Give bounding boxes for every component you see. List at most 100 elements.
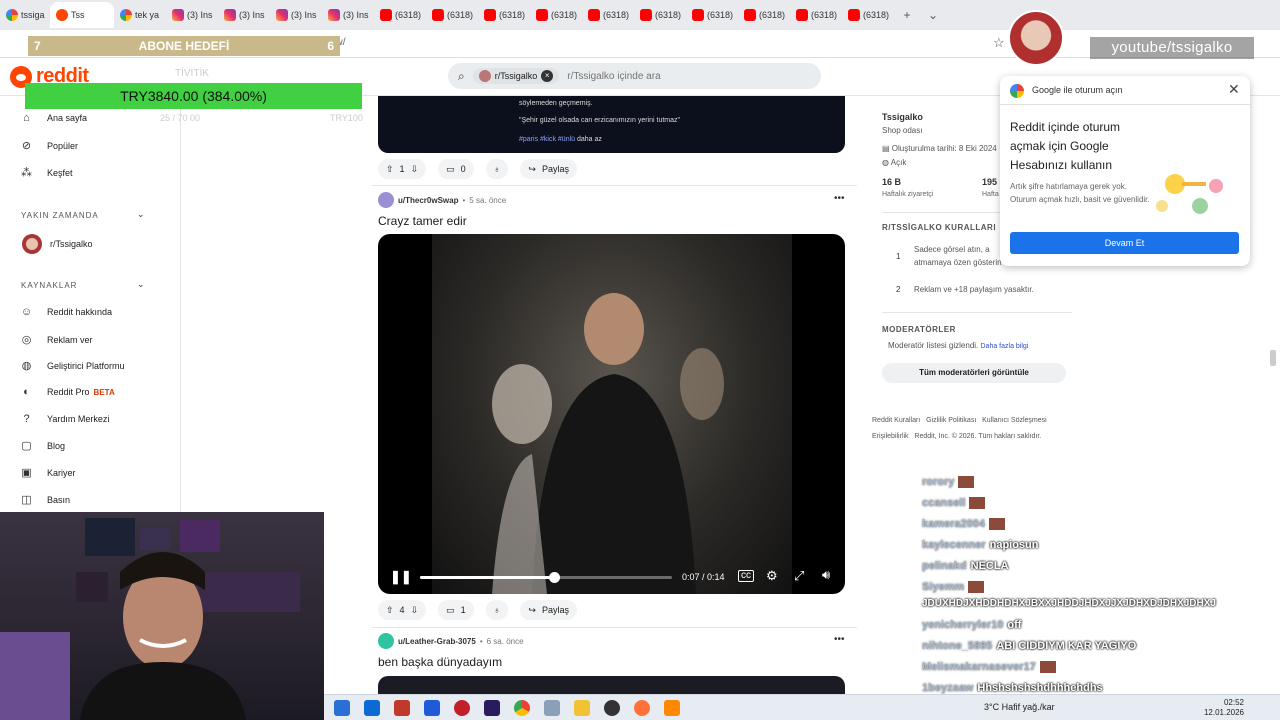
- sidebar-item-about[interactable]: ☺ Reddit hakkında: [20, 306, 112, 318]
- firefox-icon[interactable]: [634, 699, 650, 716]
- browser-tab[interactable]: tssiga: [0, 2, 50, 28]
- new-tab-icon[interactable]: +: [894, 8, 920, 22]
- media-hashtags[interactable]: #paris #kick #ünlü: [519, 136, 575, 143]
- award-button[interactable]: ♁: [485, 600, 509, 620]
- app-icon[interactable]: [544, 699, 560, 716]
- volume-icon[interactable]: 🔊︎: [822, 567, 830, 583]
- browser-tab[interactable]: tek ya: [114, 2, 166, 28]
- browser-tab[interactable]: (3) Ins: [270, 2, 322, 28]
- premiere-icon[interactable]: [484, 699, 500, 716]
- browser-tab[interactable]: (3) Ins: [218, 2, 270, 28]
- pause-icon[interactable]: ❚❚: [390, 569, 412, 585]
- file-explorer-icon[interactable]: [574, 699, 590, 716]
- continue-button[interactable]: Devam Et: [1010, 232, 1239, 254]
- page-scrollbar[interactable]: [1268, 96, 1278, 696]
- browser-tab[interactable]: (6318): [426, 2, 478, 28]
- footer-link[interactable]: Gizlilik Politikası: [926, 417, 976, 424]
- chat-message: 1beyzaaw Hhshshshshdhhhehdhs: [922, 682, 1103, 694]
- webcam-scene: [0, 518, 300, 720]
- clear-scope-icon[interactable]: ×: [541, 70, 554, 82]
- author-avatar[interactable]: [378, 633, 394, 649]
- comment-button[interactable]: ▭ 0: [438, 159, 474, 179]
- browser-tab[interactable]: (6318): [374, 2, 426, 28]
- browser-tab[interactable]: (6318): [634, 2, 686, 28]
- rule-text[interactable]: Reklam ve +18 paylaşım yasaktır.: [914, 285, 1034, 294]
- upvote-icon[interactable]: ⇧: [386, 164, 394, 175]
- browser-tab[interactable]: Tss: [50, 2, 114, 28]
- sidebar-item-career[interactable]: ▣ Kariyer: [20, 466, 75, 479]
- upvote-icon[interactable]: ⇧: [386, 605, 394, 616]
- bookmark-star-icon[interactable]: ☆: [993, 35, 1005, 51]
- sidebar-item-help[interactable]: ? Yardım Merkezi: [20, 413, 109, 425]
- vlc-icon[interactable]: [664, 699, 680, 716]
- captions-icon[interactable]: cc: [738, 570, 754, 582]
- search-scope-chip[interactable]: r/Tssigalko ×: [472, 68, 560, 84]
- author-avatar[interactable]: [378, 192, 394, 208]
- sidebar-item-home[interactable]: ⌂ Ana sayfa: [20, 112, 87, 124]
- sidebar-item-advertise[interactable]: ◎ Reklam ver: [20, 333, 93, 346]
- sidebar-item-press[interactable]: ◫ Basın: [20, 493, 70, 506]
- taskbar-clock[interactable]: 02:52 12.01.2026: [1204, 698, 1244, 718]
- footer-links: Reddit Kuralları Gizlilik Politikası Kul…: [872, 417, 1047, 424]
- browser-tab[interactable]: (6318): [738, 2, 790, 28]
- video-seek-handle[interactable]: [548, 572, 560, 583]
- downvote-icon[interactable]: ⇩: [411, 164, 419, 175]
- search-input[interactable]: [567, 70, 788, 82]
- opera-icon[interactable]: [454, 699, 470, 716]
- view-all-moderators-button[interactable]: Tüm moderatörleri görüntüle: [882, 363, 1066, 383]
- browser-tab[interactable]: (3) Ins: [166, 2, 218, 28]
- browser-tab[interactable]: (6318): [842, 2, 894, 28]
- post-title[interactable]: Crayz tamer edir: [378, 214, 467, 228]
- chevron-down-icon[interactable]: ⌄: [137, 279, 145, 290]
- sidebar-item-explore[interactable]: ⁂ Keşfet: [20, 166, 73, 179]
- post-title[interactable]: ben başka dünyadayım: [378, 655, 502, 669]
- chrome-icon[interactable]: [514, 699, 530, 716]
- more-options-icon[interactable]: •••: [834, 193, 845, 204]
- browser-tab[interactable]: (6318): [478, 2, 530, 28]
- rule-text[interactable]: Sadece görsel atın, a: [914, 245, 990, 254]
- more-info-link[interactable]: Daha fazla bilgi: [981, 343, 1029, 350]
- sidebar-item-popular[interactable]: ⊘ Popüler: [20, 139, 78, 152]
- tab-list-icon[interactable]: ⌄: [920, 8, 946, 22]
- footer-link[interactable]: Kullanıcı Sözleşmesi: [982, 417, 1047, 424]
- app-icon[interactable]: [394, 699, 410, 716]
- dropbox-icon[interactable]: [424, 699, 440, 716]
- comment-button[interactable]: ▭ 1: [438, 600, 474, 620]
- share-button[interactable]: ↪ Paylaş: [520, 159, 577, 179]
- browser-tab[interactable]: (6318): [530, 2, 582, 28]
- outlook-icon[interactable]: [364, 699, 380, 716]
- browser-tab[interactable]: (3) Ins: [322, 2, 374, 28]
- settings-gear-icon[interactable]: ⚙: [766, 568, 778, 584]
- obs-icon[interactable]: [604, 699, 620, 716]
- award-button[interactable]: ♁: [485, 159, 509, 179]
- footer-link[interactable]: Erişilebilirlik: [872, 433, 909, 440]
- sidebar-item-blog[interactable]: ▢ Blog: [20, 439, 65, 452]
- sidebar-item-developer[interactable]: ◍ Geliştirici Platformu: [20, 359, 125, 372]
- show-less-link[interactable]: daha az: [577, 136, 602, 143]
- browser-tab-bar: tssiga Tss tek ya (3) Ins (3) Ins (3) Ins (3) …: [0, 0, 1280, 30]
- author-name[interactable]: u/Leather-Grab-3075: [398, 637, 476, 646]
- sidebar-item-pro[interactable]: ◐ Reddit Pro BETA: [20, 386, 115, 398]
- browser-tab[interactable]: (6318): [790, 2, 842, 28]
- scrollbar-thumb[interactable]: [1270, 350, 1276, 366]
- next-post-media[interactable]: [378, 676, 845, 696]
- video-seek-bar[interactable]: [420, 572, 672, 583]
- browser-tab[interactable]: (6318): [582, 2, 634, 28]
- start-menu-icon[interactable]: [334, 699, 350, 716]
- close-icon[interactable]: ✕: [1228, 81, 1240, 98]
- fullscreen-icon[interactable]: ⤢: [794, 568, 804, 584]
- browser-tab-label: (3) Ins: [291, 10, 317, 20]
- search-bar[interactable]: ⌕ r/Tssigalko ×: [448, 63, 821, 89]
- video-player[interactable]: ❚❚ 0:07 / 0:14 cc ⚙ ⤢ 🔊︎: [378, 234, 845, 594]
- browser-tab[interactable]: (6318): [686, 2, 738, 28]
- share-button[interactable]: ↪ Paylaş: [520, 600, 577, 620]
- footer-link[interactable]: Reddit Kuralları: [872, 417, 920, 424]
- author-name[interactable]: u/Thecr0wSwap: [398, 196, 458, 205]
- weather-widget[interactable]: 3°C Hafif yağ./kar: [984, 702, 1055, 712]
- advertise-icon: ◎: [21, 334, 32, 346]
- previous-post-media[interactable]: söylemeden geçmemiş. "Şehir güzel olsada…: [378, 96, 845, 153]
- sidebar-item-recent[interactable]: r/Tssigalko: [22, 234, 93, 254]
- more-options-icon[interactable]: •••: [834, 634, 845, 645]
- downvote-icon[interactable]: ⇩: [411, 605, 419, 616]
- chevron-down-icon[interactable]: ⌄: [137, 209, 145, 220]
